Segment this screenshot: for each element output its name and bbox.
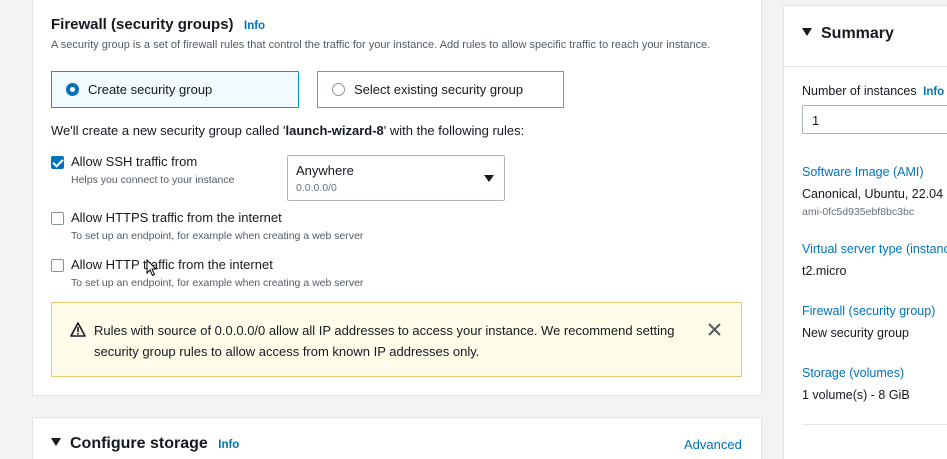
ami-id: ami-0fc5d935ebf8bc3bc bbox=[802, 206, 915, 218]
ssh-source-value: Anywhere bbox=[296, 163, 354, 178]
warning-text: Rules with source of 0.0.0.0/0 allow all… bbox=[94, 323, 675, 359]
create-security-group-label: Create security group bbox=[88, 82, 213, 97]
allow-https-description: To set up an endpoint, for example when … bbox=[71, 230, 364, 242]
allow-ssh-label: Allow SSH traffic from bbox=[71, 154, 198, 169]
storage-info-link[interactable]: Info bbox=[218, 439, 239, 451]
allow-ssh-description: Helps you connect to your instance bbox=[71, 174, 235, 186]
create-security-group-tile[interactable]: Create security group bbox=[51, 71, 299, 108]
allow-ssh-checkbox[interactable] bbox=[51, 156, 64, 169]
firewall-info-link[interactable]: Info bbox=[244, 20, 265, 32]
instances-label: Number of instances Info bbox=[802, 84, 944, 98]
instance-type-link[interactable]: Virtual server type (instance type) bbox=[802, 242, 947, 256]
storage-summary-value: 1 volume(s) - 8 GiB bbox=[802, 388, 910, 402]
create-security-group-radio[interactable] bbox=[66, 83, 79, 96]
configure-storage-header[interactable]: Configure storage Info bbox=[51, 435, 239, 453]
instances-info-link[interactable]: Info bbox=[923, 86, 944, 98]
notice-prefix: We'll create a new security group called… bbox=[51, 123, 286, 138]
ami-value: Canonical, Ubuntu, 22.04 bbox=[802, 187, 944, 201]
select-existing-group-radio[interactable] bbox=[332, 83, 345, 96]
notice-suffix: ' with the following rules: bbox=[383, 123, 525, 138]
security-group-notice: We'll create a new security group called… bbox=[51, 123, 524, 138]
open-source-warning: Rules with source of 0.0.0.0/0 allow all… bbox=[51, 302, 742, 377]
select-existing-group-tile[interactable]: Select existing security group bbox=[317, 71, 564, 108]
mouse-cursor-icon bbox=[146, 259, 158, 277]
ssh-source-select[interactable]: Anywhere 0.0.0.0/0 bbox=[287, 155, 505, 201]
instances-label-text: Number of instances bbox=[802, 84, 917, 98]
security-group-name: launch-wizard-8 bbox=[285, 123, 384, 138]
firewall-title: Firewall (security groups) bbox=[51, 16, 234, 33]
allow-http-description: To set up an endpoint, for example when … bbox=[71, 277, 364, 289]
summary-bottom-divider bbox=[802, 424, 947, 425]
firewall-summary-value: New security group bbox=[802, 326, 909, 340]
allow-http-label: Allow HTTP traffic from the internet bbox=[71, 257, 273, 272]
close-icon[interactable] bbox=[708, 323, 721, 336]
ssh-source-cidr: 0.0.0.0/0 bbox=[296, 182, 337, 194]
storage-summary-link[interactable]: Storage (volumes) bbox=[802, 366, 904, 380]
select-existing-group-label: Select existing security group bbox=[354, 82, 524, 97]
summary-divider bbox=[784, 66, 947, 67]
caret-down-icon[interactable] bbox=[51, 438, 61, 446]
firewall-summary-link[interactable]: Firewall (security group) bbox=[802, 304, 935, 318]
instances-input[interactable]: 1 bbox=[802, 105, 947, 134]
configure-storage-title: Configure storage bbox=[70, 435, 208, 452]
caret-down-icon bbox=[484, 175, 494, 182]
advanced-link[interactable]: Advanced bbox=[684, 437, 742, 452]
allow-http-checkbox[interactable] bbox=[51, 259, 64, 272]
firewall-description: A security group is a set of firewall ru… bbox=[51, 39, 711, 51]
firewall-header: Firewall (security groups) Info bbox=[51, 16, 265, 34]
instance-type-value: t2.micro bbox=[802, 264, 847, 278]
instances-value: 1 bbox=[812, 113, 820, 128]
allow-https-checkbox[interactable] bbox=[51, 212, 64, 225]
summary-header[interactable]: Summary bbox=[802, 25, 894, 43]
summary-title: Summary bbox=[821, 25, 894, 42]
caret-down-icon[interactable] bbox=[802, 28, 812, 36]
ami-link[interactable]: Software Image (AMI) bbox=[802, 165, 924, 179]
allow-https-label: Allow HTTPS traffic from the internet bbox=[71, 210, 282, 225]
warning-icon bbox=[70, 322, 86, 337]
